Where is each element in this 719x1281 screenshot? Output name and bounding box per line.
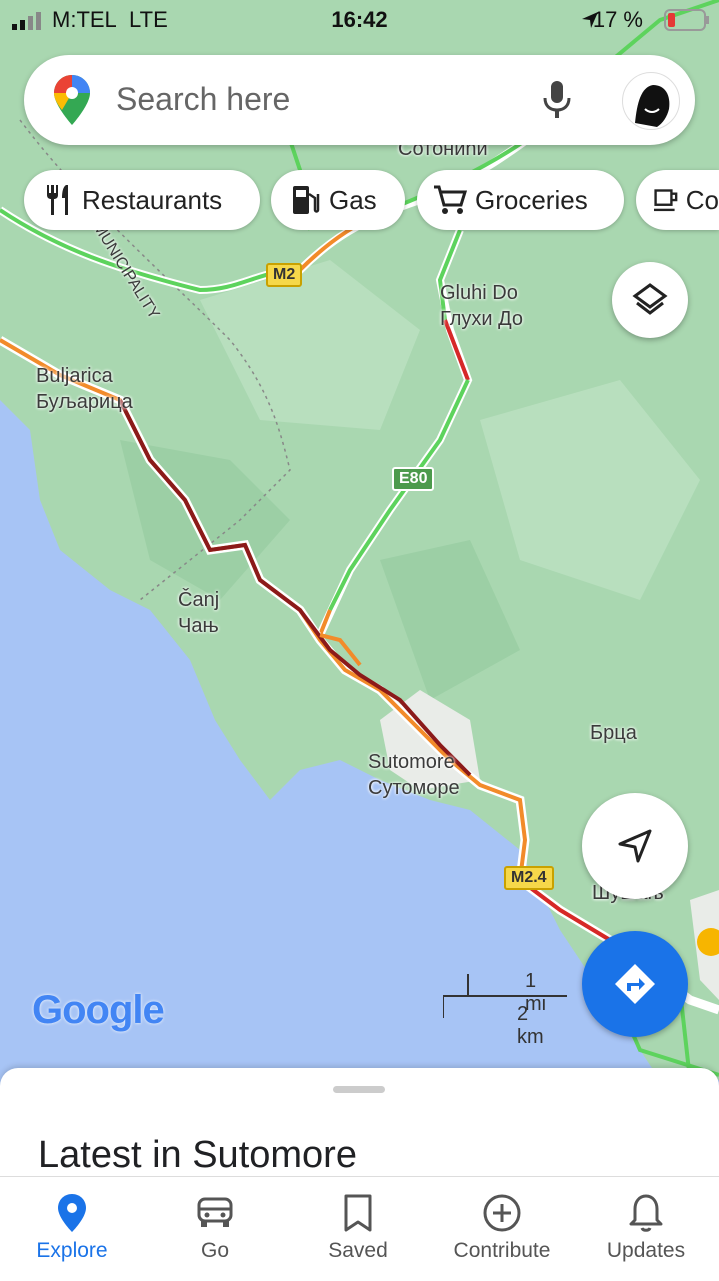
bookmark-icon xyxy=(344,1194,372,1232)
status-bar: M:TEL LTE 16:42 17 % xyxy=(0,0,719,40)
search-input[interactable]: Search here xyxy=(116,81,290,118)
place-label-sutomore[interactable]: Sutomore Сутоморе xyxy=(368,749,460,801)
my-location-button[interactable] xyxy=(582,793,688,899)
sheet-drag-handle[interactable] xyxy=(333,1086,385,1093)
google-logo: Google xyxy=(32,988,165,1032)
avatar[interactable] xyxy=(622,72,680,130)
directions-button[interactable] xyxy=(582,931,688,1037)
bottom-nav: Explore Go Saved Contribute Updates xyxy=(0,1176,719,1281)
chip-label: Gas xyxy=(329,184,377,215)
place-label-brca[interactable]: Брца xyxy=(590,720,637,746)
search-bar[interactable]: Search here xyxy=(24,55,695,145)
battery-icon xyxy=(664,9,709,31)
coffee-icon xyxy=(654,189,678,212)
road-shield-e80: E80 xyxy=(392,467,435,491)
scale-bar-icon xyxy=(443,974,567,1018)
nav-saved[interactable]: Saved xyxy=(288,1177,428,1281)
nav-contribute[interactable]: Contribute xyxy=(432,1177,572,1281)
nav-explore[interactable]: Explore xyxy=(2,1177,142,1281)
chip-groceries[interactable]: Groceries xyxy=(417,170,624,230)
chip-label: Restaurants xyxy=(82,184,223,215)
nav-label: Updates xyxy=(606,1239,686,1262)
bell-icon xyxy=(629,1194,663,1232)
navigation-arrow-icon xyxy=(618,829,652,863)
nav-label: Explore xyxy=(36,1239,108,1262)
road-shield-m2-4: M2.4 xyxy=(504,866,554,890)
directions-icon xyxy=(615,964,655,1004)
nav-go[interactable]: Go xyxy=(145,1177,285,1281)
place-label-gluhi-do[interactable]: Gluhi Do Глухи До xyxy=(440,280,523,332)
layers-icon xyxy=(632,283,668,315)
chip-restaurants[interactable]: Restaurants xyxy=(24,170,260,230)
fork-knife-icon xyxy=(47,185,68,215)
nav-updates[interactable]: Updates xyxy=(576,1177,716,1281)
layers-button[interactable] xyxy=(612,262,688,338)
chip-coffee[interactable]: Co xyxy=(636,170,719,230)
maps-pin-logo-icon xyxy=(54,75,90,125)
place-label-buljarica[interactable]: Buljarica Буљарица xyxy=(36,363,133,415)
place-label-canj[interactable]: Čanj Чањ xyxy=(178,587,219,639)
battery-percent: 17 % xyxy=(592,7,643,32)
chip-gas[interactable]: Gas xyxy=(271,170,405,230)
nav-label: Contribute xyxy=(453,1239,551,1262)
cart-icon xyxy=(434,185,467,214)
avatar-portrait-icon xyxy=(635,85,670,127)
nav-label: Go xyxy=(200,1239,229,1262)
sheet-title: Latest in Sutomore xyxy=(38,1134,357,1176)
chip-label: Groceries xyxy=(475,184,588,215)
gas-pump-icon xyxy=(293,186,320,214)
microphone-icon[interactable] xyxy=(542,80,572,120)
car-icon xyxy=(197,1197,233,1227)
scale-km: 2 km xyxy=(517,1003,544,1048)
plus-circle-icon xyxy=(483,1194,521,1232)
explore-pin-icon xyxy=(58,1194,86,1232)
road-shield-m2: M2 xyxy=(266,263,303,287)
chip-label: Co xyxy=(685,184,719,215)
nav-label: Saved xyxy=(328,1239,388,1262)
